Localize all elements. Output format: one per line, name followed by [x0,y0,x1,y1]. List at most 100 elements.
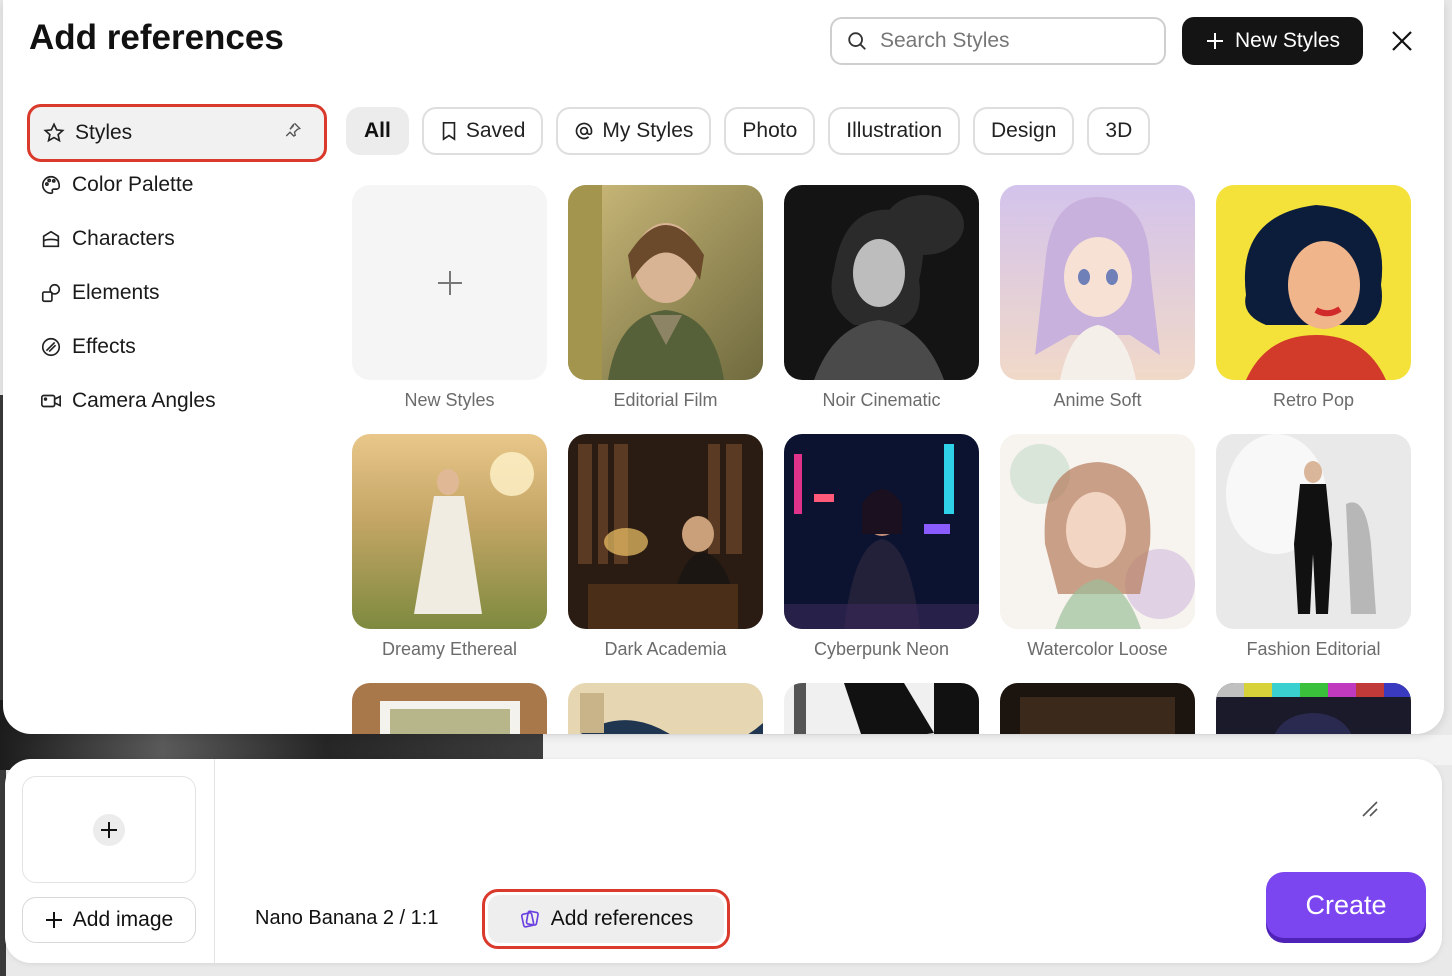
prompt-composer: Add image Nano Banana 2 / 1:1 Add refere… [5,759,1442,963]
filter-saved[interactable]: Saved [421,107,544,155]
style-card-noir-cinematic[interactable]: Noir Cinematic [784,185,979,411]
sidebar-item-camera-angles[interactable]: Camera Angles [27,374,327,428]
style-thumbnail [784,683,979,734]
palette-icon [40,174,62,196]
new-style-tile[interactable] [352,185,547,380]
at-icon [576,122,593,140]
effects-icon [40,336,62,358]
sidebar-item-label: Elements [72,281,160,304]
style-card-new[interactable]: New Styles [352,185,547,411]
sidebar-item-characters[interactable]: Characters [27,212,327,266]
filter-my-styles[interactable]: My Styles [556,107,712,155]
style-card[interactable] [1000,683,1195,734]
add-image-label: Add image [72,908,174,931]
style-caption: Cyberpunk Neon [813,639,950,659]
style-thumbnail [1216,434,1411,629]
sidebar-item-label: Effects [72,335,136,358]
style-card[interactable] [568,683,763,734]
chip-label: All [364,119,391,142]
style-card-fashion-editorial[interactable]: Fashion Editorial [1216,434,1411,660]
style-caption: Dreamy Ethereal [381,639,518,659]
style-card-retro-pop[interactable]: Retro Pop [1216,185,1411,411]
model-selector[interactable]: Nano Banana 2 / 1:1 [255,907,438,930]
plus-icon [45,912,62,928]
modal-title: Add references [29,18,284,57]
style-caption: Watercolor Loose [1027,639,1168,659]
sidebar-item-label: Color Palette [72,173,194,196]
references-icon [520,910,539,928]
style-caption: Noir Cinematic [822,390,941,410]
styles-grid: New Styles Editorial Film Noir Cinematic… [352,185,1414,734]
close-icon [1392,31,1412,51]
style-caption: Fashion Editorial [1246,639,1381,659]
search-box[interactable] [830,17,1166,65]
style-thumbnail [352,683,547,734]
style-thumbnail [1000,185,1195,380]
plus-icon [437,270,462,295]
filter-chips: All Saved My Styles Photo Illustration D… [346,107,1151,155]
style-card[interactable] [1216,683,1411,734]
add-references-button[interactable]: Add references [482,889,730,949]
style-thumbnail [568,434,763,629]
style-card-anime-soft[interactable]: Anime Soft [1000,185,1195,411]
new-styles-button[interactable]: New Styles [1182,17,1363,65]
sidebar-item-label: Characters [72,227,175,250]
add-references-modal: Add references New Styles Styles Color P… [3,0,1444,734]
sidebar-item-elements[interactable]: Elements [27,266,327,320]
sidebar-item-label: Styles [75,121,133,144]
filter-all[interactable]: All [346,107,409,155]
sidebar-item-label: Camera Angles [72,389,216,412]
close-button[interactable] [1387,26,1417,56]
composer-divider [214,759,215,963]
bookmark-icon [442,122,456,141]
camera-icon [40,390,62,412]
style-thumbnail [1000,434,1195,629]
chip-label: 3D [1105,119,1133,142]
style-card-dreamy-ethereal[interactable]: Dreamy Ethereal [352,434,547,660]
pin-icon[interactable] [284,121,302,145]
chip-label: Photo [742,119,798,142]
style-caption: Editorial Film [613,390,718,410]
chip-label: Design [991,119,1057,142]
style-thumbnail [784,434,979,629]
filter-illustration[interactable]: Illustration [828,107,961,155]
add-references-label: Add references [550,907,694,930]
style-card[interactable] [352,683,547,734]
sidebar-item-effects[interactable]: Effects [27,320,327,374]
style-card-editorial-film[interactable]: Editorial Film [568,185,763,411]
resize-handle-icon[interactable] [1360,799,1380,819]
style-caption: Retro Pop [1272,390,1355,410]
new-styles-label: New Styles [1234,29,1341,52]
style-card-watercolor-loose[interactable]: Watercolor Loose [1000,434,1195,660]
add-image-tile[interactable] [22,776,196,883]
chip-label: My Styles [602,119,694,142]
character-icon [40,228,62,250]
star-icon [43,122,65,144]
filter-design[interactable]: Design [973,107,1075,155]
style-caption: Anime Soft [1053,390,1142,410]
chip-label: Saved [465,119,526,142]
search-icon [848,32,866,50]
style-thumbnail [568,185,763,380]
style-thumbnail [1000,683,1195,734]
elements-icon [40,282,62,304]
plus-icon [93,813,125,846]
create-button[interactable]: Create [1266,872,1426,938]
style-thumbnail [784,185,979,380]
style-thumbnail [568,683,763,734]
filter-3d[interactable]: 3D [1087,107,1151,155]
sidebar-item-color-palette[interactable]: Color Palette [27,158,327,212]
style-card-dark-academia[interactable]: Dark Academia [568,434,763,660]
add-image-button[interactable]: Add image [22,897,196,943]
plus-icon [1206,33,1223,49]
category-sidebar: Styles Color Palette Characters Elements [27,104,327,428]
search-input[interactable] [878,28,1148,54]
add-references-inner[interactable]: Add references [488,895,724,943]
sidebar-item-styles[interactable]: Styles [27,104,327,162]
style-thumbnail [1216,683,1411,734]
style-card-cyberpunk-neon[interactable]: Cyberpunk Neon [784,434,979,660]
style-card[interactable] [784,683,979,734]
filter-photo[interactable]: Photo [724,107,816,155]
style-caption: New Styles [404,390,495,410]
chip-label: Illustration [846,119,943,142]
